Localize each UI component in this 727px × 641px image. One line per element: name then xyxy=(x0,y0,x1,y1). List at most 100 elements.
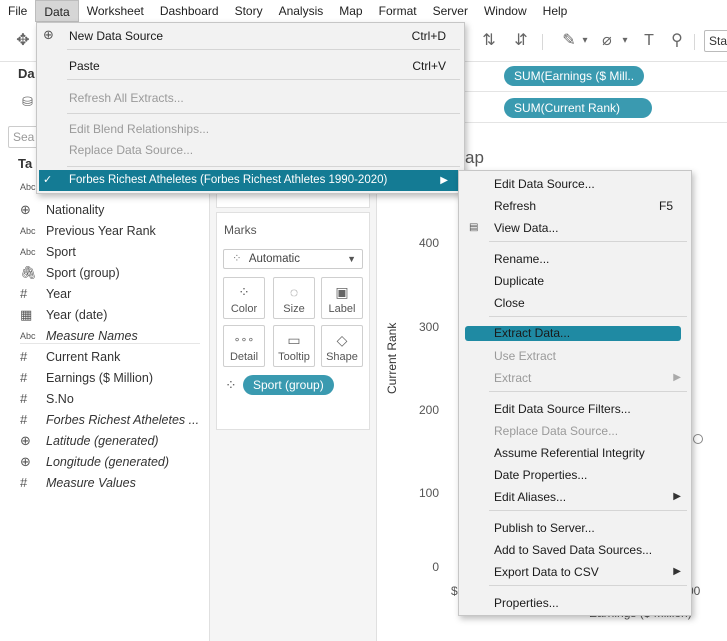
field-row[interactable]: ▦ Year (date) xyxy=(0,304,210,325)
size-button[interactable]: ◌ Size xyxy=(273,277,315,319)
submenu-item-edit-data-source[interactable]: Edit Data Source... xyxy=(459,173,691,195)
globe-icon: ⊕ xyxy=(20,432,31,448)
submenu-item-replace-data-source[interactable]: Replace Data Source... xyxy=(459,420,691,442)
submenu-item-assume-referential-integrity[interactable]: Assume Referential Integrity xyxy=(459,442,691,464)
menu-item-refresh-all-extracts[interactable]: Refresh All Extracts... xyxy=(37,87,464,109)
abc-icon: Abc xyxy=(20,225,36,236)
field-label: Current Rank xyxy=(46,349,121,364)
field-row[interactable]: # Year xyxy=(0,283,210,304)
number-icon: # xyxy=(20,370,28,385)
y-tick-label: 300 xyxy=(418,320,439,334)
submenu-item-label: Refresh xyxy=(494,199,537,213)
submenu-item-date-properties[interactable]: Date Properties... xyxy=(459,464,691,486)
menu-help[interactable]: Help xyxy=(535,0,576,22)
field-row[interactable]: # Earnings ($ Million) xyxy=(0,367,210,388)
rows-pill[interactable]: SUM(Current Rank) xyxy=(504,98,652,118)
submenu-item-extract[interactable]: Extract ▶ xyxy=(459,367,691,389)
submenu-item-duplicate[interactable]: Duplicate xyxy=(459,270,691,292)
field-row[interactable]: ⊕ Longitude (generated) xyxy=(0,451,210,472)
label-button[interactable]: ▣ Label xyxy=(321,277,363,319)
abc-icon: Abc xyxy=(20,182,36,192)
menu-item-shortcut: Ctrl+V xyxy=(412,59,446,73)
submenu-item-label: Add to Saved Data Sources... xyxy=(494,543,653,557)
submenu-item-label: Export Data to CSV xyxy=(494,565,599,579)
y-tick-label: 100 xyxy=(418,486,439,500)
field-row[interactable]: ⊕ Latitude (generated) xyxy=(0,430,210,451)
menu-item-edit-blend-relationships[interactable]: Edit Blend Relationships... xyxy=(37,118,464,140)
view-data-icon: ▤ xyxy=(469,222,479,233)
submenu-item-export-data-to-csv[interactable]: Export Data to CSV ▶ xyxy=(459,561,691,583)
text-label-icon[interactable]: T xyxy=(638,30,660,52)
fit-select[interactable]: Sta xyxy=(704,30,727,52)
submenu-item-refresh[interactable]: Refresh F5 xyxy=(459,195,691,217)
field-row[interactable]: ⊕ Nationality xyxy=(0,199,210,220)
mark-type-select[interactable]: ⁘ Automatic ▼ xyxy=(223,249,363,269)
menu-file[interactable]: File xyxy=(0,0,35,22)
field-row[interactable]: # Current Rank xyxy=(0,346,210,367)
field-row[interactable]: 🖇 Sport (group) xyxy=(0,262,210,283)
field-row[interactable]: Abc Previous Year Rank xyxy=(0,220,210,241)
menu-item-datasource[interactable]: ✓ Forbes Richest Atheletes (Forbes Riche… xyxy=(39,170,458,191)
y-tick-label: 0 xyxy=(432,560,439,574)
menu-item-label: Paste xyxy=(69,59,100,73)
submenu-item-label: Extract xyxy=(494,371,532,385)
columns-pill[interactable]: SUM(Earnings ($ Mill.. xyxy=(504,66,645,86)
field-row[interactable]: # S.No xyxy=(0,388,210,409)
sport-group-pill[interactable]: Sport (group) xyxy=(243,375,334,395)
tooltip-button[interactable]: ▭ Tooltip xyxy=(273,325,315,367)
menu-window[interactable]: Window xyxy=(476,0,535,22)
checkmark-icon: ✓ xyxy=(43,174,53,186)
pin-icon[interactable]: ⚲ xyxy=(666,30,688,52)
sort-ascending-icon[interactable]: ⇅ xyxy=(478,30,500,52)
abc-icon: Abc xyxy=(20,330,36,341)
menu-map[interactable]: Map xyxy=(331,0,370,22)
menu-item-replace-data-source[interactable]: Replace Data Source... xyxy=(37,139,464,161)
shape-button[interactable]: ◇ Shape xyxy=(321,325,363,367)
submenu-item-publish-to-server[interactable]: Publish to Server... xyxy=(459,517,691,539)
paperclip-icon: 🖇 xyxy=(20,264,37,280)
menu-worksheet[interactable]: Worksheet xyxy=(79,0,152,22)
menu-analysis[interactable]: Analysis xyxy=(271,0,332,22)
scatter-mark[interactable] xyxy=(693,434,703,444)
mark-type-value: Automatic xyxy=(248,253,300,265)
menu-story[interactable]: Story xyxy=(227,0,271,22)
menu-item-paste[interactable]: Paste Ctrl+V xyxy=(37,55,464,77)
sort-descending-icon[interactable]: ⇵ xyxy=(510,30,532,52)
menu-dashboard[interactable]: Dashboard xyxy=(152,0,227,22)
menu-bar: File Data Worksheet Dashboard Story Anal… xyxy=(0,0,727,22)
label-icon: ▣ xyxy=(335,284,349,300)
submenu-item-extract-data[interactable]: Extract Data... xyxy=(465,326,681,341)
tableau-logo-icon[interactable]: ✥ xyxy=(12,30,34,52)
submenu-arrow-icon: ▶ xyxy=(440,175,448,186)
submenu-item-rename[interactable]: Rename... xyxy=(459,248,691,270)
submenu-item-edit-data-source-filters[interactable]: Edit Data Source Filters... xyxy=(459,398,691,420)
color-icon: ⁘ xyxy=(238,284,250,300)
submenu-item-label: Edit Data Source Filters... xyxy=(494,402,631,416)
submenu-item-label: Assume Referential Integrity xyxy=(494,446,645,460)
submenu-item-label: Edit Aliases... xyxy=(494,490,567,504)
color-button[interactable]: ⁘ Color xyxy=(223,277,265,319)
detail-button[interactable]: ∘∘∘ Detail xyxy=(223,325,265,367)
menu-server[interactable]: Server xyxy=(425,0,476,22)
menu-data[interactable]: Data xyxy=(35,0,79,22)
data-tab[interactable]: Da xyxy=(18,66,35,81)
submenu-item-properties[interactable]: Properties... xyxy=(459,592,691,614)
number-icon: # xyxy=(20,349,28,364)
submenu-item-use-extract[interactable]: Use Extract xyxy=(459,345,691,367)
toolbar-divider xyxy=(694,34,695,50)
submenu-item-close[interactable]: Close xyxy=(459,292,691,314)
field-row[interactable]: Abc Sport xyxy=(0,241,210,262)
field-label: Earnings ($ Million) xyxy=(46,370,153,385)
field-row[interactable]: # Forbes Richest Atheletes ... xyxy=(0,409,210,430)
chevron-down-icon[interactable]: ▾ xyxy=(574,30,596,52)
menu-item-new-data-source[interactable]: New Data Source Ctrl+D xyxy=(37,25,464,47)
chevron-down-icon[interactable]: ▾ xyxy=(614,30,636,52)
submenu-item-view-data[interactable]: ▤ View Data... xyxy=(459,217,691,239)
size-label: Size xyxy=(283,303,305,315)
menu-format[interactable]: Format xyxy=(371,0,425,22)
tooltip-icon: ▭ xyxy=(287,332,301,348)
menu-item-label: New Data Source xyxy=(69,29,164,43)
submenu-item-edit-aliases[interactable]: Edit Aliases... ▶ xyxy=(459,486,691,508)
field-row[interactable]: # Measure Values xyxy=(0,472,210,493)
submenu-item-add-to-saved-data-sources[interactable]: Add to Saved Data Sources... xyxy=(459,539,691,561)
